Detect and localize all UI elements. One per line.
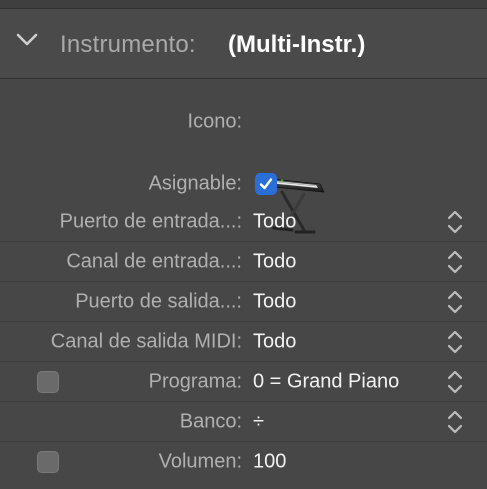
volume-enable-checkbox[interactable] (37, 451, 59, 473)
input-channel-row[interactable]: Canal de entrada...: Todo (0, 242, 487, 282)
updown-stepper-icon[interactable] (446, 409, 464, 435)
output-channel-row[interactable]: Canal de salida MIDI: Todo (0, 322, 487, 362)
program-enable-checkbox[interactable] (37, 370, 59, 393)
inspector-body: Icono: Asignable: Puerto de entrada...: … (0, 80, 487, 489)
updown-stepper-icon[interactable] (446, 369, 464, 395)
program-value[interactable]: 0 = Grand Piano (253, 370, 399, 393)
assignable-label: Asignable: (148, 172, 242, 195)
output-channel-label: Canal de salida MIDI: (50, 330, 242, 352)
volume-value[interactable]: 100 (253, 451, 286, 474)
updown-stepper-icon[interactable] (446, 249, 464, 275)
output-channel-value[interactable]: Todo (253, 330, 296, 353)
instrument-section-header[interactable]: Instrumento: (Multi-Instr.) (0, 9, 487, 79)
updown-stepper-icon[interactable] (446, 209, 464, 235)
panel-top-edge (0, 0, 487, 9)
icon-row: Icono: (0, 80, 487, 168)
volume-row[interactable]: Volumen: 100 (0, 442, 487, 482)
program-row[interactable]: Programa: 0 = Grand Piano (0, 362, 487, 402)
input-port-row[interactable]: Puerto de entrada...: Todo (0, 202, 487, 242)
checkmark-icon (259, 178, 273, 190)
input-channel-value[interactable]: Todo (253, 250, 296, 273)
bank-row[interactable]: Banco: ÷ (0, 402, 487, 442)
chevron-down-icon[interactable] (16, 33, 38, 47)
input-port-value[interactable]: Todo (253, 210, 296, 233)
bank-value[interactable]: ÷ (253, 410, 264, 433)
updown-stepper-icon[interactable] (446, 329, 464, 355)
output-port-row[interactable]: Puerto de salida...: Todo (0, 282, 487, 322)
updown-stepper-icon[interactable] (446, 289, 464, 315)
input-channel-label: Canal de entrada...: (66, 250, 242, 272)
assignable-checkbox[interactable] (255, 173, 277, 195)
program-label: Programa: (148, 370, 242, 392)
assignable-row: Asignable: (0, 164, 487, 204)
volume-label: Volumen: (158, 450, 242, 473)
section-title-label: Instrumento: (60, 31, 196, 58)
output-port-value[interactable]: Todo (253, 290, 296, 313)
input-port-label: Puerto de entrada...: (59, 210, 242, 232)
bank-label: Banco: (179, 410, 242, 432)
icon-label: Icono: (187, 110, 242, 133)
output-port-label: Puerto de salida...: (75, 290, 242, 312)
section-title-value: (Multi-Instr.) (228, 31, 366, 58)
